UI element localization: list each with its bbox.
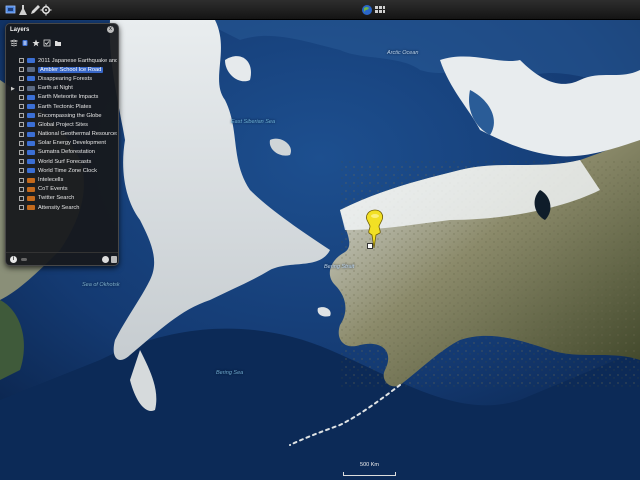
layer-checkbox[interactable] (19, 113, 24, 119)
layer-item[interactable]: 2011 Japanese Earthquake and (9, 56, 117, 65)
expand-arrow-icon[interactable]: ▶ (11, 86, 15, 92)
layer-type-icon (27, 122, 35, 128)
layers-tab-bar (9, 38, 62, 49)
layer-item[interactable]: CoT Events (9, 185, 117, 194)
layer-checkbox[interactable] (19, 168, 24, 174)
layer-type-icon (27, 58, 35, 64)
layer-checkbox[interactable] (19, 186, 24, 192)
info-icon[interactable]: i (10, 256, 17, 263)
layer-type-icon (27, 205, 35, 211)
top-toolbar (0, 0, 640, 20)
layer-checkbox[interactable] (19, 122, 24, 128)
folder-icon[interactable] (53, 38, 62, 47)
layer-item[interactable]: World Time Zone Clock (9, 166, 117, 175)
layer-item-label: 2011 Japanese Earthquake and (38, 57, 117, 64)
layers-panel-title: Layers (10, 27, 30, 33)
east-siberian-sea-label: East Siberian Sea (231, 119, 276, 125)
refresh-icon[interactable] (102, 256, 109, 263)
sea-of-okhotsk-label: Sea of Okhotsk (82, 282, 120, 288)
grid-icon[interactable] (373, 3, 387, 17)
layer-item[interactable]: Disappearing Forests (9, 74, 117, 83)
layer-item-label: Earth Meteorite Impacts (38, 94, 99, 101)
close-icon[interactable]: x (107, 26, 114, 33)
layer-item[interactable]: Solar Energy Development (9, 139, 117, 148)
layer-item-label: Earth at Night (38, 85, 73, 92)
layer-item-label: Encompassing the Globe (38, 112, 102, 119)
layer-item[interactable]: Global Project Sites (9, 120, 117, 129)
layer-checkbox[interactable] (19, 94, 24, 100)
layer-type-icon (27, 177, 35, 183)
layer-checkbox[interactable] (19, 85, 24, 91)
layer-checkbox[interactable] (19, 140, 24, 146)
scale-bar-line (343, 472, 396, 476)
layer-item-label: National Geothermal Resources (38, 131, 117, 138)
layer-list: 2011 Japanese Earthquake and Ambler Schoo… (9, 56, 117, 212)
layer-item[interactable]: Earth Meteorite Impacts (9, 93, 117, 102)
layer-item-label: Attensity Search (38, 204, 80, 211)
layer-type-icon (27, 195, 35, 201)
layer-type-icon (27, 140, 35, 146)
layer-item[interactable]: World Surf Forecasts (9, 157, 117, 166)
placemark-marker[interactable] (367, 243, 373, 249)
bering-sea-label: Bering Sea (216, 370, 244, 376)
layer-item-label: CoT Events (38, 186, 68, 193)
layer-type-icon (27, 113, 35, 119)
settings-icon[interactable] (39, 3, 53, 17)
layer-checkbox[interactable] (19, 67, 24, 73)
layer-type-icon (27, 104, 35, 110)
globe-icon[interactable] (360, 3, 374, 17)
layer-type-icon (27, 67, 35, 73)
layer-item-label: World Time Zone Clock (38, 167, 97, 174)
layer-checkbox[interactable] (19, 205, 24, 211)
scale-bar: 500 Km (343, 462, 396, 476)
layer-item-label: Solar Energy Development (38, 140, 106, 147)
layer-item-label: Global Project Sites (38, 121, 88, 128)
layer-item-label: Intelecells (38, 177, 64, 184)
bering-strait-label: Bering Strait (324, 264, 355, 270)
layer-item[interactable]: National Geothermal Resources (9, 130, 117, 139)
layer-item-label: Sumatra Deforestation (38, 149, 95, 156)
star-icon[interactable] (31, 38, 40, 47)
layer-checkbox[interactable] (19, 58, 24, 64)
opacity-slider[interactable] (21, 258, 27, 261)
trash-icon[interactable] (111, 256, 117, 263)
layer-item-label: Twitter Search (38, 195, 75, 202)
layers-panel-footer: i (6, 252, 118, 265)
layer-item[interactable]: Encompassing the Globe (9, 111, 117, 120)
layer-checkbox[interactable] (19, 149, 24, 155)
layer-checkbox[interactable] (19, 177, 24, 183)
layer-item[interactable]: Ambler School Ice Road (9, 65, 117, 74)
layers-panel: Layers x 2011 Japanese Earthquake and Amb… (5, 23, 119, 266)
layer-item[interactable]: Earth Tectonic Plates (9, 102, 117, 111)
layer-type-icon (27, 131, 35, 137)
scale-bar-label: 500 Km (360, 462, 379, 468)
layer-checkbox[interactable] (19, 131, 24, 137)
layer-type-icon (27, 186, 35, 192)
layer-checkbox[interactable] (19, 159, 24, 165)
layer-type-icon (27, 85, 35, 91)
layer-item-label: Disappearing Forests (38, 75, 93, 82)
layer-type-icon (27, 168, 35, 174)
layer-item-label: Ambler School Ice Road (38, 66, 104, 73)
layer-item[interactable]: Intelecells (9, 175, 117, 184)
layer-type-icon (27, 149, 35, 155)
arctic-ocean-label: Arctic Ocean (387, 50, 419, 56)
layer-type-icon (27, 94, 35, 100)
layer-item[interactable]: ▶ Earth at Night (9, 84, 117, 93)
layer-item[interactable]: Twitter Search (9, 194, 117, 203)
layer-checkbox[interactable] (19, 195, 24, 201)
layer-item[interactable]: Sumatra Deforestation (9, 148, 117, 157)
layer-type-icon (27, 76, 35, 82)
checklist-icon[interactable] (42, 38, 51, 47)
layer-type-icon (27, 159, 35, 165)
layer-checkbox[interactable] (19, 76, 24, 82)
layer-item[interactable]: Attensity Search (9, 203, 117, 212)
stack-icon[interactable] (20, 38, 29, 47)
layer-checkbox[interactable] (19, 104, 24, 110)
layer-item-label: Earth Tectonic Plates (38, 103, 92, 110)
layer-item-label: World Surf Forecasts (38, 158, 92, 165)
layers-tab-icon[interactable] (9, 38, 18, 47)
